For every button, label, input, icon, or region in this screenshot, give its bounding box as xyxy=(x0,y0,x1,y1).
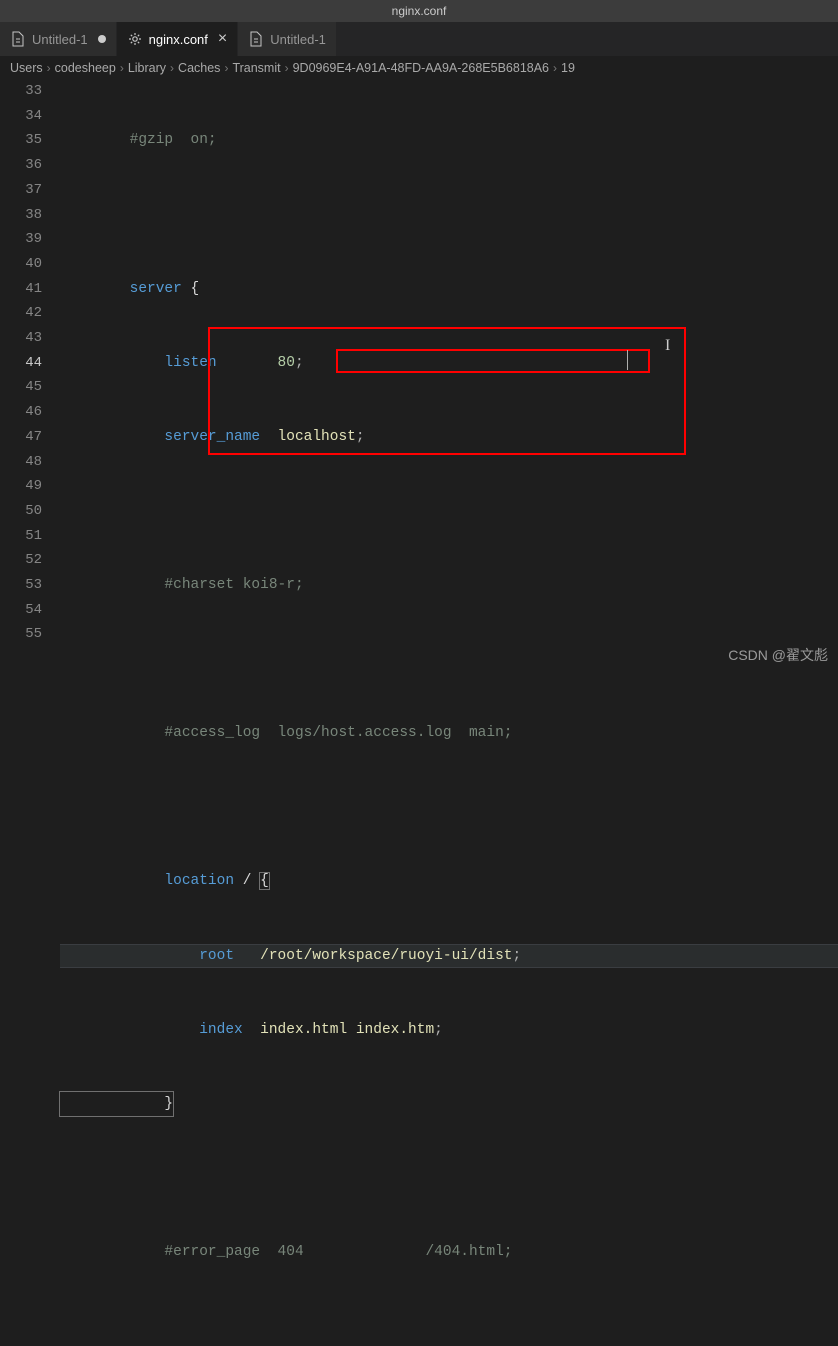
line-number: 51 xyxy=(0,524,60,549)
line-number: 45 xyxy=(0,375,60,400)
window-title: nginx.conf xyxy=(392,4,447,18)
code-editor[interactable]: 3334353637383940414243444546474849505152… xyxy=(0,79,838,673)
breadcrumb-item[interactable]: Users xyxy=(10,61,43,75)
editor-caret xyxy=(627,350,628,370)
chevron-right-icon: › xyxy=(120,61,124,75)
breadcrumb[interactable]: Users › codesheep › Library › Caches › T… xyxy=(0,57,838,79)
code-text: { xyxy=(260,873,269,889)
code-text: listen xyxy=(60,355,217,371)
tab-untitled-1b[interactable]: Untitled-1 xyxy=(238,22,337,56)
code-text: /root/workspace/ruoyi-ui/dist xyxy=(234,948,512,964)
chevron-right-icon: › xyxy=(47,61,51,75)
watermark: CSDN @翟文彪 xyxy=(728,645,828,665)
code-text xyxy=(60,203,838,228)
code-text: location xyxy=(60,873,234,889)
code-text: #access_log logs/host.access.log main; xyxy=(60,725,512,741)
tab-bar: Untitled-1 nginx.conf × Untitled-1 xyxy=(0,22,838,57)
line-number: 43 xyxy=(0,326,60,351)
line-number: 39 xyxy=(0,227,60,252)
line-number: 48 xyxy=(0,450,60,475)
code-text: localhost xyxy=(260,429,356,445)
line-number: 52 xyxy=(0,548,60,573)
tab-label: nginx.conf xyxy=(149,32,208,47)
line-number: 49 xyxy=(0,474,60,499)
breadcrumb-item[interactable]: 19 xyxy=(561,61,575,75)
close-icon[interactable]: × xyxy=(218,31,227,47)
breadcrumb-item[interactable]: Library xyxy=(128,61,166,75)
chevron-right-icon: › xyxy=(285,61,289,75)
breadcrumb-item[interactable]: codesheep xyxy=(55,61,116,75)
modified-dot-icon xyxy=(98,35,106,43)
code-text: server xyxy=(60,281,182,297)
tab-nginx-conf[interactable]: nginx.conf × xyxy=(117,22,239,56)
line-number: 55 xyxy=(0,622,60,647)
line-number: 37 xyxy=(0,178,60,203)
chevron-right-icon: › xyxy=(553,61,557,75)
file-icon xyxy=(10,31,26,47)
gear-icon xyxy=(127,31,143,47)
code-text: 80 xyxy=(217,355,295,371)
tab-label: Untitled-1 xyxy=(32,32,88,47)
line-number: 53 xyxy=(0,573,60,598)
code-text xyxy=(60,499,838,524)
code-text: #charset koi8-r; xyxy=(60,577,304,593)
tab-label: Untitled-1 xyxy=(270,32,326,47)
line-number: 38 xyxy=(0,203,60,228)
line-number: 40 xyxy=(0,252,60,277)
line-number: 36 xyxy=(0,153,60,178)
chevron-right-icon: › xyxy=(170,61,174,75)
code-text xyxy=(60,1314,838,1339)
chevron-right-icon: › xyxy=(224,61,228,75)
code-text: index xyxy=(60,1022,243,1038)
breadcrumb-item[interactable]: Caches xyxy=(178,61,220,75)
line-number: 34 xyxy=(0,104,60,129)
line-number: 42 xyxy=(0,301,60,326)
code-text: root xyxy=(60,948,234,964)
code-text: index.html index.htm xyxy=(243,1022,434,1038)
code-text xyxy=(60,647,838,672)
code-text xyxy=(60,1166,838,1191)
line-number: 44 xyxy=(0,351,60,376)
code-text: #gzip on; xyxy=(60,132,217,148)
line-number-gutter: 3334353637383940414243444546474849505152… xyxy=(0,79,60,673)
file-icon xyxy=(248,31,264,47)
code-text: { xyxy=(182,281,199,297)
breadcrumb-item[interactable]: 9D0969E4-A91A-48FD-AA9A-268E5B6818A6 xyxy=(293,61,549,75)
line-number: 41 xyxy=(0,277,60,302)
line-number: 50 xyxy=(0,499,60,524)
line-number: 54 xyxy=(0,598,60,623)
code-text xyxy=(60,795,838,820)
code-text: server_name xyxy=(60,429,260,445)
window-title-bar: nginx.conf xyxy=(0,0,838,22)
line-number: 33 xyxy=(0,79,60,104)
line-number: 47 xyxy=(0,425,60,450)
breadcrumb-item[interactable]: Transmit xyxy=(232,61,280,75)
tab-untitled-1a[interactable]: Untitled-1 xyxy=(0,22,117,56)
line-number: 46 xyxy=(0,400,60,425)
line-number: 35 xyxy=(0,128,60,153)
code-text: / xyxy=(234,873,260,889)
code-area[interactable]: #gzip on; server { listen 80; server_nam… xyxy=(60,79,838,673)
code-text: #error_page 404 /404.html; xyxy=(60,1244,512,1260)
